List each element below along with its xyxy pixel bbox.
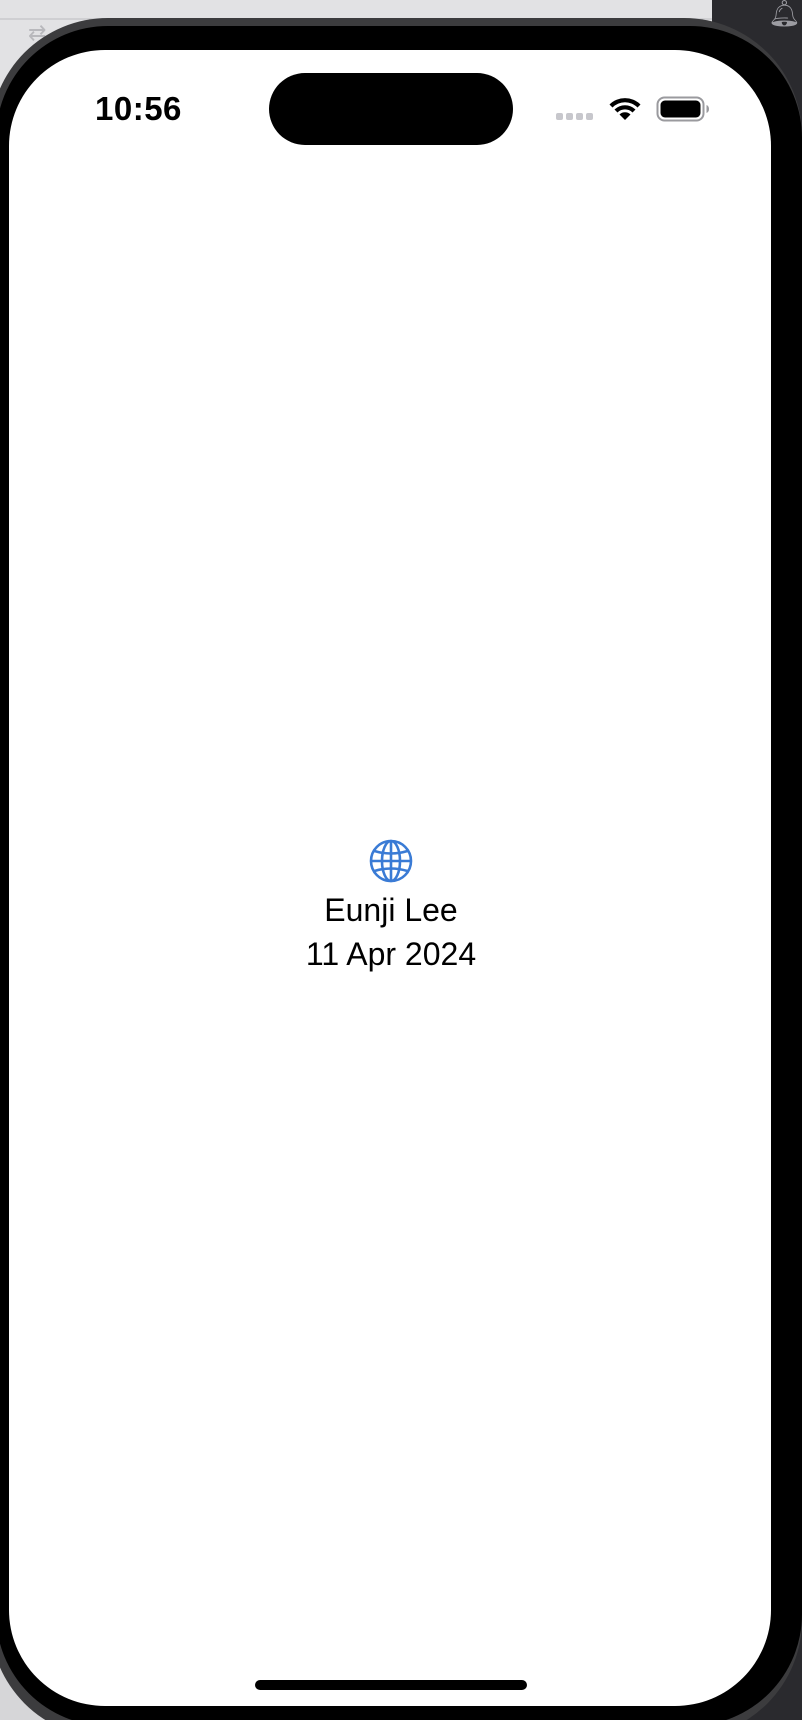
battery-icon bbox=[656, 96, 709, 122]
host-window: ⇄ 🔔︎ ⌇ 10:56 bbox=[0, 0, 802, 1720]
wifi-icon bbox=[609, 98, 641, 120]
date-label: 11 Apr 2024 bbox=[305, 936, 477, 972]
dynamic-island bbox=[269, 73, 513, 145]
main-content: Eunji Lee 11 Apr 2024 bbox=[0, 838, 782, 976]
status-time: 10:56 bbox=[95, 90, 182, 127]
globe-icon bbox=[369, 839, 413, 883]
user-name: Eunji Lee bbox=[324, 892, 458, 928]
home-indicator[interactable] bbox=[255, 1680, 527, 1690]
cellular-signal-icon bbox=[556, 113, 596, 121]
bell-icon: 🔔︎ bbox=[768, 0, 802, 28]
